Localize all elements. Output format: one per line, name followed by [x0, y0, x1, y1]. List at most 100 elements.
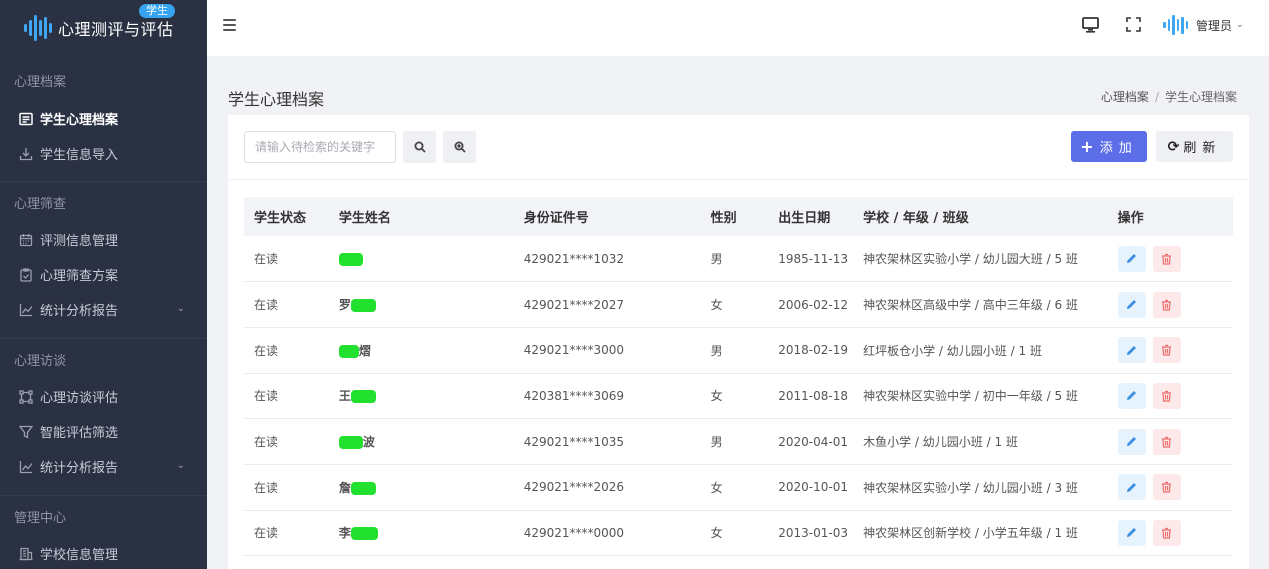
- redaction-mark: [350, 299, 376, 313]
- cell-actions: [1107, 373, 1233, 420]
- student-name: 詹: [338, 480, 351, 495]
- search-input[interactable]: [244, 131, 396, 163]
- cell-school: 神农架林区实验小学 / 幼儿园大班 / 5 班: [853, 236, 1108, 283]
- sidebar-item[interactable]: 统计分析报告 ⌄: [0, 449, 207, 484]
- top-header: 管理员 ⌄: [207, 0, 1269, 56]
- line-chart-icon: [18, 302, 34, 318]
- edit-button[interactable]: [1117, 337, 1146, 364]
- cell-gender: 女: [700, 510, 769, 557]
- cell-name: 詹: [328, 464, 514, 511]
- pencil-icon: [1127, 482, 1137, 492]
- refresh-button[interactable]: ⟳ 刷新: [1156, 131, 1233, 162]
- brand[interactable]: 心理测评与评估 学生: [0, 0, 207, 56]
- table-row[interactable]: 在读罗 429021****2027 女 2006-02-12 神农架林区高级中学 / …: [244, 281, 1233, 328]
- cell-name: 波: [328, 418, 514, 465]
- monitor-icon[interactable]: [1082, 17, 1099, 37]
- line-chart-icon: [18, 459, 34, 475]
- trash-icon: [1162, 299, 1172, 311]
- sidebar-divider: [0, 181, 207, 182]
- chevron-down-icon: ⌄: [176, 303, 185, 314]
- delete-button[interactable]: [1152, 474, 1181, 501]
- cell-id: 429021****3000: [513, 327, 701, 374]
- student-name: 王: [338, 389, 351, 404]
- sidebar-divider: [0, 495, 207, 496]
- column-header: 学生姓名: [328, 197, 514, 236]
- sidebar-item[interactable]: 统计分析报告 ⌄: [0, 292, 207, 327]
- edit-button[interactable]: [1117, 291, 1146, 318]
- role-badge: 学生: [139, 4, 175, 18]
- edit-button[interactable]: [1117, 245, 1146, 272]
- menu-toggle-icon[interactable]: [223, 19, 236, 31]
- sidebar-divider: [0, 338, 207, 339]
- sidebar-item[interactable]: 学生信息导入: [0, 136, 207, 171]
- advanced-search-button[interactable]: [443, 131, 476, 163]
- sidebar-section-title: 心理访谈: [14, 354, 67, 369]
- cell-birth: 2018-02-19: [768, 327, 854, 374]
- search-button[interactable]: [403, 131, 436, 163]
- user-name: 管理员: [1196, 18, 1233, 33]
- delete-button[interactable]: [1152, 337, 1181, 364]
- redaction-mark: [350, 527, 378, 541]
- trash-icon: [1162, 390, 1172, 402]
- table-row[interactable]: 在读詹 429021****2026 女 2020-10-01 神农架林区实验小学 / …: [244, 464, 1233, 511]
- sidebar-item[interactable]: 学生心理档案: [0, 101, 207, 136]
- delete-button[interactable]: [1152, 382, 1181, 409]
- pencil-icon: [1127, 391, 1137, 401]
- sidebar-section-title: 管理中心: [14, 511, 67, 526]
- sidebar-item-label: 心理筛查方案: [40, 269, 119, 284]
- table-row[interactable]: 在读李 429021****0000 女 2013-01-03 神农架林区创新学校 / …: [244, 510, 1233, 557]
- trash-icon: [1162, 253, 1172, 265]
- delete-button[interactable]: [1152, 428, 1181, 455]
- trash-icon: [1162, 345, 1172, 356]
- sidebar-item-label: 统计分析报告: [40, 461, 119, 476]
- content-card: + 添加 ⟳刷新 学生状态学生姓名身份证件号性别出生日期学校 / 年级 / 班级操…: [228, 115, 1249, 569]
- pencil-icon: [1127, 528, 1137, 538]
- app-logo-icon: [24, 15, 52, 41]
- edit-button[interactable]: [1117, 474, 1146, 501]
- redaction-mark: [338, 252, 363, 266]
- cell-actions: [1107, 327, 1233, 374]
- trash-icon: [1162, 436, 1172, 448]
- sidebar-item[interactable]: 评测信息管理: [0, 222, 207, 257]
- sidebar-item[interactable]: 心理访谈评估: [0, 379, 207, 414]
- sidebar-item[interactable]: 心理筛查方案: [0, 257, 207, 292]
- trash-icon: [1162, 527, 1172, 539]
- redaction-mark: [338, 436, 363, 450]
- clipboard-icon: [18, 267, 34, 283]
- delete-button[interactable]: [1152, 291, 1181, 318]
- student-name: 罗: [338, 298, 351, 313]
- cell-id: 420381****3069: [513, 373, 701, 420]
- redaction-mark: [350, 481, 376, 495]
- breadcrumb-item[interactable]: 心理档案: [1101, 90, 1149, 104]
- edit-button[interactable]: [1117, 382, 1146, 409]
- fullscreen-icon[interactable]: [1126, 17, 1141, 36]
- cell-status: 在读: [244, 510, 329, 557]
- cell-gender: 男: [700, 236, 769, 283]
- cell-birth: 1985-11-13: [768, 236, 854, 283]
- sidebar-item[interactable]: 学校信息管理: [0, 536, 207, 569]
- add-button[interactable]: + 添加: [1071, 131, 1147, 162]
- sidebar-item[interactable]: 智能评估筛选: [0, 414, 207, 449]
- edit-button[interactable]: [1117, 428, 1146, 455]
- sidebar-item-label: 心理访谈评估: [40, 391, 119, 406]
- pencil-icon: [1127, 300, 1137, 310]
- students-table: 学生状态 学生姓名 身份证件号 性别 出生日期 学校 / 年级 / 班级 操作 在读 4290…: [244, 197, 1233, 557]
- column-header: 学校 / 年级 / 班级: [853, 197, 1108, 236]
- delete-button[interactable]: [1152, 245, 1181, 272]
- import-icon: [18, 146, 34, 162]
- cell-actions: [1107, 236, 1233, 283]
- cell-birth: 2020-04-01: [768, 418, 854, 465]
- table-row[interactable]: 在读 熠 429021****3000 男 2018-02-19 红坪板仓小学 / 幼儿园…: [244, 327, 1233, 374]
- cell-actions: [1107, 510, 1233, 557]
- table-row[interactable]: 在读 波 429021****1035 男 2020-04-01 木鱼小学 / 幼儿园小班…: [244, 418, 1233, 465]
- search-icon: [414, 141, 426, 153]
- user-menu[interactable]: 管理员 ⌄: [1163, 15, 1244, 35]
- table-row[interactable]: 在读 429021****1032 男 1985-11-13 神农架林区实验小学 / 幼…: [244, 236, 1233, 283]
- table-row[interactable]: 在读王 420381****3069 女 2011-08-18 神农架林区实验中学 / …: [244, 373, 1233, 420]
- toolbar: + 添加 ⟳刷新: [228, 115, 1249, 180]
- cell-status: 在读: [244, 373, 329, 420]
- delete-button[interactable]: [1152, 519, 1181, 546]
- cell-name: 熠: [328, 327, 514, 374]
- cell-status: 在读: [244, 236, 329, 283]
- edit-button[interactable]: [1117, 519, 1146, 546]
